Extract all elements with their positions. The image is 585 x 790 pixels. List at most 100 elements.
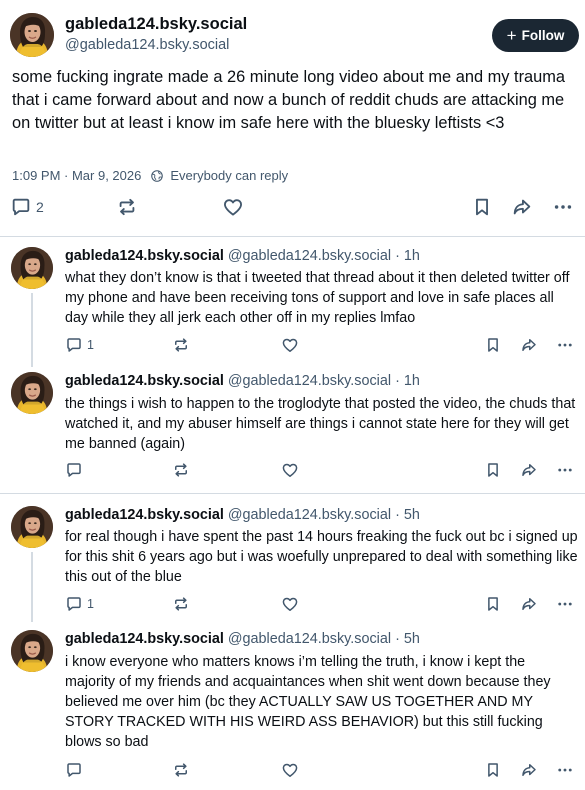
share-icon xyxy=(520,461,538,479)
reply-button[interactable]: 1 xyxy=(65,595,94,613)
repost-button[interactable] xyxy=(116,196,138,218)
repost-icon xyxy=(172,336,190,354)
post-timestamp[interactable]: 1:09 PM · Mar 9, 2026 xyxy=(12,168,141,183)
avatar[interactable] xyxy=(11,506,53,548)
share-button[interactable] xyxy=(520,336,538,354)
share-button[interactable] xyxy=(511,196,533,218)
follow-label: Follow xyxy=(521,28,565,43)
reply-icon xyxy=(65,336,83,354)
author-display-name[interactable]: gableda124.bsky.social xyxy=(65,373,224,389)
reply-icon xyxy=(10,196,32,218)
like-button[interactable] xyxy=(281,595,299,613)
author-handle[interactable]: @gableda124.bsky.social xyxy=(228,507,391,523)
reply-button[interactable] xyxy=(65,761,87,779)
heart-icon xyxy=(222,196,244,218)
bookmark-button[interactable] xyxy=(484,461,502,479)
main-post: gableda124.bsky.social @gableda124.bsky.… xyxy=(0,0,585,237)
share-icon xyxy=(520,595,538,613)
reply-icon xyxy=(65,761,83,779)
reply-actions xyxy=(0,461,585,481)
reply-age[interactable]: · 1h xyxy=(395,248,420,264)
reply-age[interactable]: · 5h xyxy=(395,631,420,647)
thread-reply[interactable]: gableda124.bsky.social @gableda124.bsky.… xyxy=(0,506,585,622)
reply-icon xyxy=(65,461,83,479)
repost-icon xyxy=(116,196,138,218)
avatar[interactable] xyxy=(10,13,54,57)
author-handle[interactable]: @gableda124.bsky.social xyxy=(228,373,391,389)
repost-button[interactable] xyxy=(172,595,190,613)
globe-icon xyxy=(150,169,164,183)
reply-actions: 1 xyxy=(0,595,585,615)
more-button[interactable] xyxy=(556,461,574,479)
bookmark-icon xyxy=(484,461,502,479)
author-display-name[interactable]: gableda124.bsky.social xyxy=(65,631,224,647)
thread-view: { "post": { "display_name": "gableda124.… xyxy=(0,0,585,790)
avatar[interactable] xyxy=(11,372,53,414)
bookmark-icon xyxy=(484,761,502,779)
bookmark-icon xyxy=(484,336,502,354)
more-button[interactable] xyxy=(556,336,574,354)
reply-count: 2 xyxy=(36,199,44,215)
reply-button[interactable]: 2 xyxy=(10,196,44,218)
reply-text: i know everyone who matters knows i’m te… xyxy=(65,654,551,750)
reply-count: 1 xyxy=(87,597,94,611)
reply-actions xyxy=(0,761,585,781)
more-icon xyxy=(556,761,574,779)
like-button[interactable] xyxy=(222,196,244,218)
heart-icon xyxy=(281,336,299,354)
author-display-name[interactable]: gableda124.bsky.social xyxy=(65,15,247,34)
more-icon xyxy=(552,196,574,218)
avatar[interactable] xyxy=(11,630,53,672)
reply-text: for real though i have spent the past 14… xyxy=(65,529,578,585)
bookmark-button[interactable] xyxy=(484,761,502,779)
reply-actions: 1 xyxy=(0,336,585,356)
share-icon xyxy=(520,761,538,779)
reply-age[interactable]: · 5h xyxy=(395,507,420,523)
avatar[interactable] xyxy=(11,247,53,289)
share-button[interactable] xyxy=(520,595,538,613)
like-button[interactable] xyxy=(281,336,299,354)
post-actions: 2 xyxy=(0,196,585,220)
bookmark-button[interactable] xyxy=(484,595,502,613)
share-icon xyxy=(520,336,538,354)
author-handle[interactable]: @gableda124.bsky.social xyxy=(65,37,229,53)
post-text: some fucking ingrate made a 26 minute lo… xyxy=(12,68,566,133)
share-button[interactable] xyxy=(520,761,538,779)
author-handle[interactable]: @gableda124.bsky.social xyxy=(228,631,391,647)
reply-text: the things i wish to happen to the trogl… xyxy=(65,396,576,452)
heart-icon xyxy=(281,595,299,613)
share-button[interactable] xyxy=(520,461,538,479)
repost-button[interactable] xyxy=(172,461,190,479)
reply-button[interactable]: 1 xyxy=(65,336,94,354)
reply-button[interactable] xyxy=(65,461,87,479)
author-handle[interactable]: @gableda124.bsky.social xyxy=(228,248,391,264)
more-button[interactable] xyxy=(556,761,574,779)
author-display-name[interactable]: gableda124.bsky.social xyxy=(65,248,224,264)
more-icon xyxy=(556,336,574,354)
thread-reply[interactable]: gableda124.bsky.social @gableda124.bsky.… xyxy=(0,630,585,780)
more-icon xyxy=(556,595,574,613)
heart-icon xyxy=(281,761,299,779)
reply-setting: Everybody can reply xyxy=(170,168,289,183)
repost-button[interactable] xyxy=(172,761,190,779)
thread-reply[interactable]: gableda124.bsky.social @gableda124.bsky.… xyxy=(0,372,585,482)
post-meta: 1:09 PM · Mar 9, 2026 Everybody can repl… xyxy=(12,168,288,183)
repost-icon xyxy=(172,461,190,479)
reply-header: gableda124.bsky.social @gableda124.bsky.… xyxy=(65,631,420,647)
like-button[interactable] xyxy=(281,761,299,779)
more-button[interactable] xyxy=(556,595,574,613)
like-button[interactable] xyxy=(281,461,299,479)
bookmark-button[interactable] xyxy=(471,196,493,218)
thread-reply[interactable]: gableda124.bsky.social @gableda124.bsky.… xyxy=(0,247,585,367)
more-button[interactable] xyxy=(552,196,574,218)
bookmark-icon xyxy=(484,595,502,613)
plus-icon: + xyxy=(506,26,517,45)
reply-text: what they don’t know is that i tweeted t… xyxy=(65,270,570,326)
author-display-name[interactable]: gableda124.bsky.social xyxy=(65,507,224,523)
repost-icon xyxy=(172,761,190,779)
reply-age[interactable]: · 1h xyxy=(395,373,420,389)
reply-header: gableda124.bsky.social @gableda124.bsky.… xyxy=(65,248,420,264)
follow-button[interactable]: + Follow xyxy=(492,19,579,52)
repost-button[interactable] xyxy=(172,336,190,354)
bookmark-button[interactable] xyxy=(484,336,502,354)
